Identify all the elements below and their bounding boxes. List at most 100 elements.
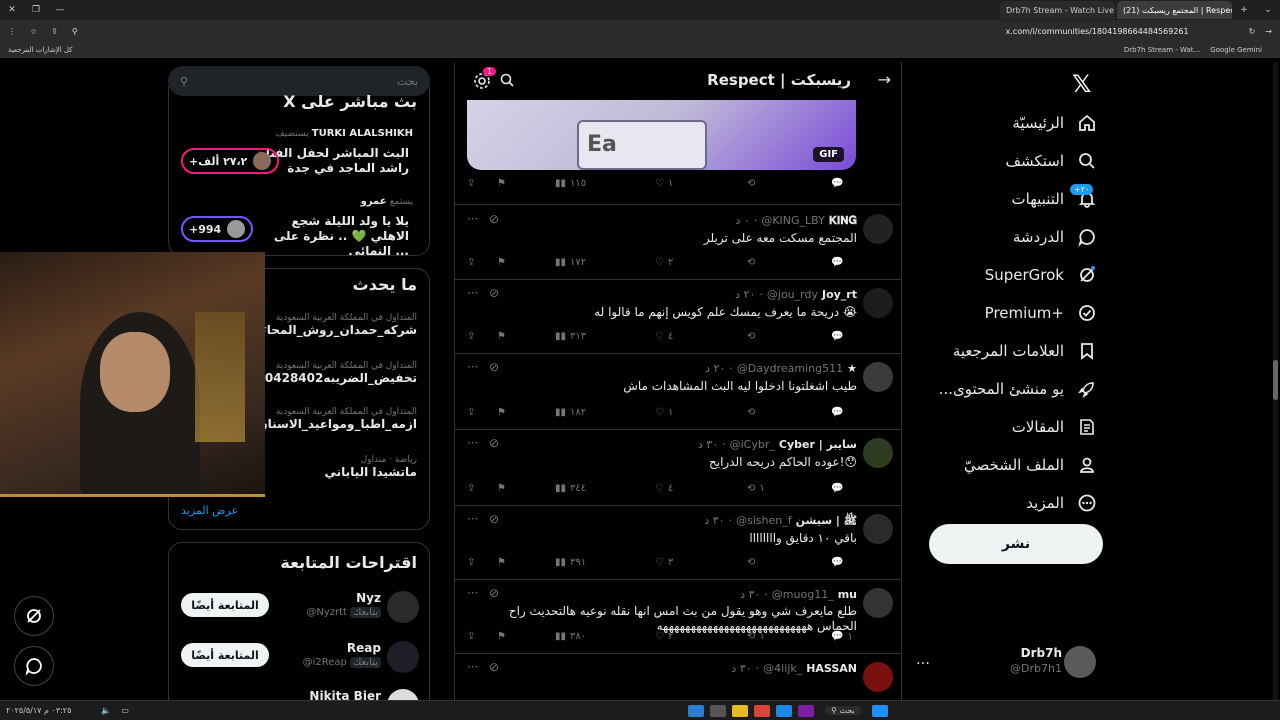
trend-item[interactable]: المتداول في المملكة العربية السعودية#تخف… bbox=[246, 361, 417, 385]
post-handle[interactable]: @jou_rdy bbox=[767, 288, 818, 301]
share-icon[interactable]: ⇪ bbox=[467, 331, 475, 342]
bookmark-icon[interactable]: ⚑ bbox=[497, 331, 506, 342]
avatar[interactable] bbox=[863, 662, 893, 692]
share-icon[interactable]: ⇪ bbox=[467, 557, 475, 568]
volume-icon[interactable]: 🔈 bbox=[101, 706, 111, 715]
reload-icon[interactable]: ↻ bbox=[1249, 27, 1256, 36]
new-tab-icon[interactable]: + bbox=[1232, 5, 1256, 15]
like-button[interactable]: ♡ ١ bbox=[655, 407, 673, 418]
post[interactable]: ٢٠ د · @jou_rdy Joy_rt دريحة ما يعرف يمسك عل… bbox=[455, 280, 901, 354]
share-icon[interactable]: ⇪ bbox=[51, 27, 58, 36]
window-close-icon[interactable]: ✕ bbox=[0, 5, 24, 15]
post[interactable]: ٣٠ د · @iCybr_ Cyber | سايبر عوده الحاكم دري… bbox=[455, 430, 901, 506]
more-options-icon[interactable]: ··· bbox=[467, 436, 478, 450]
bookmark-icon[interactable]: ⚑ bbox=[497, 557, 506, 568]
more-options-icon[interactable]: ··· bbox=[467, 212, 478, 226]
reply-button[interactable]: 💬 ١ bbox=[831, 631, 853, 642]
repost-button[interactable]: ⟲ bbox=[747, 257, 759, 268]
post-handle[interactable]: @sishen_f bbox=[736, 514, 792, 530]
share-icon[interactable]: ⇪ bbox=[467, 407, 475, 418]
like-button[interactable]: ♡ ٣ bbox=[655, 557, 673, 568]
more-options-icon[interactable]: ··· bbox=[467, 286, 478, 300]
nav-explore[interactable]: استكشف bbox=[1006, 144, 1098, 178]
app-icon-2[interactable] bbox=[710, 704, 727, 717]
bookmark-icon[interactable]: ⚑ bbox=[497, 407, 506, 418]
bookmark-icon[interactable]: ⚑ bbox=[497, 631, 506, 642]
x-logo-icon[interactable]: 𝕏 bbox=[1072, 70, 1091, 98]
more-options-icon[interactable]: ··· bbox=[467, 512, 478, 526]
more-options-icon[interactable]: ··· bbox=[467, 586, 478, 600]
repost-button[interactable]: ⟲ bbox=[747, 557, 759, 568]
grok-icon[interactable]: ⊘ bbox=[489, 512, 499, 526]
start-button[interactable] bbox=[871, 704, 888, 717]
like-button[interactable]: ♡ ١ bbox=[655, 178, 673, 189]
views-count[interactable]: ▮▮ ٣٤٤ bbox=[555, 483, 586, 494]
show-more-link[interactable]: عرض المزيد bbox=[181, 504, 238, 517]
reply-icon[interactable]: 💬 bbox=[831, 178, 843, 189]
post[interactable]: ٣٠ د · @4iijk_ HASSAN ··· ⊘ bbox=[455, 654, 901, 702]
window-restore-icon[interactable]: ❐ bbox=[24, 5, 48, 15]
follow-back-button[interactable]: المتابعة أيضًا bbox=[181, 643, 269, 667]
window-minimize-icon[interactable]: — bbox=[48, 5, 72, 15]
more-options-icon[interactable]: ··· bbox=[467, 360, 478, 374]
post-author[interactable]: mu bbox=[838, 588, 857, 601]
search-icon[interactable] bbox=[499, 72, 515, 88]
bookmark-all[interactable]: كل الإشارات المرجعية bbox=[8, 46, 73, 54]
like-button[interactable]: ♡ ٢ bbox=[655, 257, 673, 268]
avatar[interactable] bbox=[863, 588, 893, 618]
like-button[interactable]: ♡ ٤ bbox=[655, 331, 673, 342]
app-icon-3[interactable] bbox=[798, 704, 815, 717]
like-button[interactable]: ♡ ٤ bbox=[655, 483, 673, 494]
follow-back-button[interactable]: المتابعة أيضًا bbox=[181, 593, 269, 617]
follow-suggestion[interactable]: Reap @i2Reap يتابعك المتابعة أيضًا bbox=[169, 639, 429, 683]
page-scrollbar[interactable] bbox=[1273, 62, 1278, 702]
repost-button[interactable]: ⟲ bbox=[747, 407, 759, 418]
account-switcher[interactable]: … Drb7h @Drb7h1 bbox=[912, 642, 1112, 686]
views-count[interactable]: ▮▮ ١٨٢ bbox=[555, 407, 586, 418]
trend-item[interactable]: المتداول في المملكة العربية السعودية#ازم… bbox=[247, 407, 417, 431]
post-author[interactable]: 𝐊𝐈𝐍𝐆 bbox=[829, 214, 857, 228]
views-count[interactable]: ▮▮ ٣٨٠ bbox=[555, 631, 586, 642]
app-icon-1[interactable] bbox=[688, 704, 705, 717]
gif-media[interactable]: Ea GIF bbox=[467, 100, 856, 170]
grok-float-button[interactable] bbox=[14, 596, 54, 636]
more-options-icon[interactable]: ··· bbox=[467, 660, 478, 674]
follow-suggestion[interactable]: Nyz @Nyzrtt يتابعك المتابعة أيضًا bbox=[169, 589, 429, 633]
nav-premium[interactable]: Premium+ bbox=[985, 296, 1098, 330]
like-button[interactable]: ♡ ٢ bbox=[655, 631, 673, 642]
post[interactable]: ٣٠ د · @sishen_f ﷺ | سيشن باقي ١٠ دقايق وااا… bbox=[455, 506, 901, 580]
star-icon[interactable]: ☆ bbox=[30, 27, 37, 36]
avatar[interactable] bbox=[863, 438, 893, 468]
repost-icon[interactable]: ⟲ bbox=[747, 178, 755, 189]
grok-icon[interactable]: ⊘ bbox=[489, 586, 499, 600]
grok-icon[interactable]: ⊘ bbox=[489, 360, 499, 374]
avatar[interactable] bbox=[863, 288, 893, 318]
grok-icon[interactable]: ⊘ bbox=[489, 660, 499, 674]
views-count[interactable]: ▮▮ ١١٥ bbox=[555, 178, 586, 189]
repost-button[interactable]: ⟲ ١ bbox=[747, 631, 765, 642]
extensions-icon[interactable]: ⋮ bbox=[8, 27, 16, 36]
reply-button[interactable]: 💬 bbox=[831, 483, 847, 494]
messages-float-button[interactable] bbox=[14, 646, 54, 686]
nav-supergrok[interactable]: SuperGrok bbox=[985, 258, 1098, 292]
post-handle[interactable]: @iCybr_ bbox=[730, 438, 775, 451]
grok-icon[interactable]: ⊘ bbox=[489, 212, 499, 226]
views-count[interactable]: ▮▮ ٣٩١ bbox=[555, 557, 586, 568]
nav-articles[interactable]: المقالات bbox=[1012, 410, 1098, 444]
bookmark-icon[interactable]: ⚑ bbox=[497, 483, 506, 494]
trend-item[interactable]: رياضة · متداول ماتشيدا الياباني bbox=[325, 455, 417, 479]
bookmark-icon[interactable]: ⚑ bbox=[497, 257, 506, 268]
url-field[interactable]: x.com/i/communities/1804198664484569261 bbox=[1006, 27, 1189, 36]
avatar[interactable] bbox=[863, 214, 893, 244]
zoom-icon[interactable]: ⚲ bbox=[72, 27, 78, 36]
share-icon[interactable]: ⇪ bbox=[467, 257, 475, 268]
tab-respect-community[interactable]: (21) المجتمع ريسبكت | Respect / X bbox=[1117, 1, 1232, 19]
post-author[interactable]: Cyber | سايبر bbox=[779, 438, 857, 451]
post-author[interactable]: ★ bbox=[847, 362, 857, 375]
taskbar-clock[interactable]: ٠٣:٢٥ م ٢٠٢٥/٥/١٧ bbox=[6, 706, 71, 715]
post-author[interactable]: HASSAN bbox=[806, 662, 857, 675]
nav-profile[interactable]: الملف الشخصيّ bbox=[964, 448, 1098, 482]
share-icon[interactable]: ⇪ bbox=[467, 631, 475, 642]
avatar[interactable] bbox=[863, 362, 893, 392]
post-handle[interactable]: @KING_LBY bbox=[761, 214, 825, 228]
